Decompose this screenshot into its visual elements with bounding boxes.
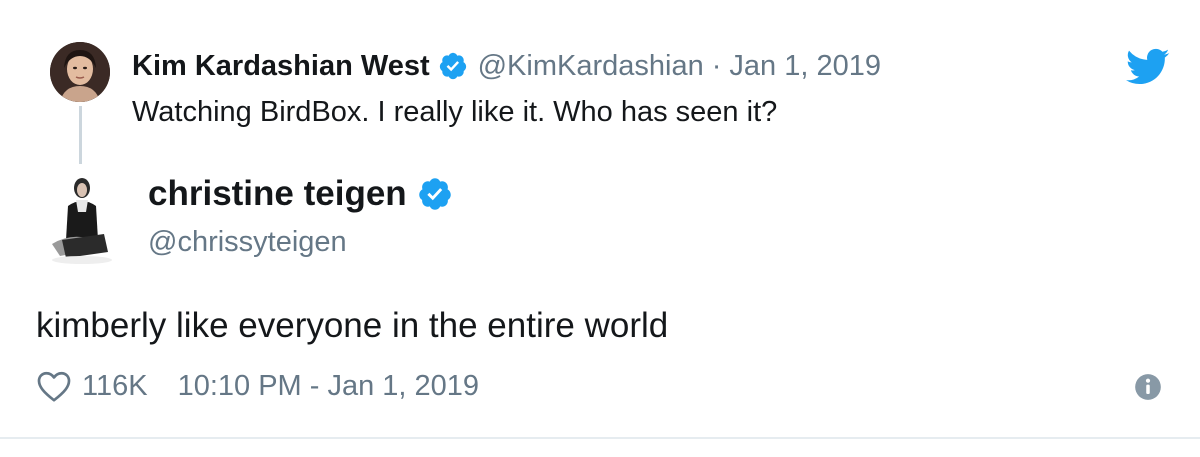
parent-author-avatar[interactable] [50,42,110,102]
parent-author-handle[interactable]: @KimKardashian [478,50,704,83]
header-separator: · [711,49,722,82]
bottom-divider [0,437,1200,439]
parent-author-name[interactable]: Kim Kardashian West [132,50,430,83]
reply-tweet-text: kimberly like everyone in the entire wor… [36,306,669,345]
avatar-image-icon [50,42,110,102]
reply-author-avatar[interactable] [42,170,126,266]
parent-tweet-text: Watching BirdBox. I really like it. Who … [132,96,778,128]
reply-author-handle[interactable]: @chrissyteigen [148,226,347,259]
tweet-timestamp[interactable]: 10:10 PM - Jan 1, 2019 [178,370,479,403]
heart-icon[interactable] [36,369,72,403]
avatar-image-icon [42,170,126,266]
info-icon[interactable] [1134,373,1162,401]
parent-tweet-header: Kim Kardashian West @KimKardashian · Jan… [132,48,881,84]
verified-badge-icon [439,52,466,80]
parent-tweet-date[interactable]: Jan 1, 2019 [729,50,881,83]
verified-badge-icon [418,178,451,210]
tweet-embed-card: Kim Kardashian West @KimKardashian · Jan… [0,0,1200,457]
twitter-bird-icon[interactable] [1126,48,1170,86]
tweet-footer: 116K 10:10 PM - Jan 1, 2019 [36,364,479,408]
like-count[interactable]: 116K [82,370,148,403]
thread-connector-line [79,106,82,164]
reply-author-row: christine teigen [148,174,453,214]
reply-author-name[interactable]: christine teigen [148,174,407,214]
